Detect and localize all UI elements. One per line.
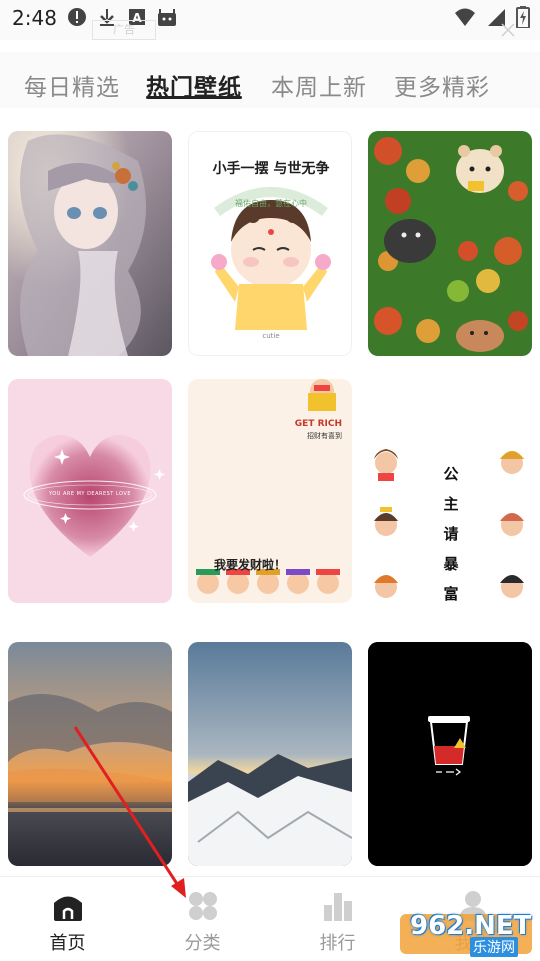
battery-charging-icon xyxy=(516,6,530,32)
ad-label: 广告 xyxy=(92,20,156,40)
wallpaper-card-rich[interactable]: GET RICH 招财有喜到 我要发财啦！ xyxy=(188,379,352,603)
wallpaper-image-hamster xyxy=(368,131,532,356)
wallpaper-card-sunset[interactable] xyxy=(8,642,172,866)
wallpaper-card-buddha[interactable]: 小手一摆 与世无争 福佑自由，慧在心中 cutie xyxy=(188,131,352,356)
wallpaper-rich-subtitle: 招财有喜到 xyxy=(307,432,342,440)
tab-weekly-new[interactable]: 本周上新 xyxy=(271,68,367,102)
tab-more[interactable]: 更多精彩 xyxy=(394,68,490,102)
home-icon xyxy=(53,896,82,921)
wallpaper-princess-text: 公 主 请 暴 富 xyxy=(443,465,459,603)
status-bar: 2:48 A 广告 xyxy=(0,0,540,40)
watermark-sub: 乐游网 xyxy=(470,937,518,957)
wallpaper-card-anime-girl[interactable] xyxy=(8,131,172,356)
wallpaper-image-anime-girl xyxy=(8,131,172,356)
wallpaper-card-heart[interactable]: YOU ARE MY DEAREST LOVE xyxy=(8,379,172,603)
wallpaper-image-sunset xyxy=(8,642,172,866)
tab-daily-picks[interactable]: 每日精选 xyxy=(24,68,120,102)
wallpaper-card-mountains[interactable] xyxy=(188,642,352,866)
wallpaper-image-coffee xyxy=(368,642,532,866)
wallpaper-card-hamster[interactable] xyxy=(368,131,532,356)
alert-icon xyxy=(66,6,88,28)
wallpaper-buddha-title: 小手一摆 与世无争 xyxy=(212,161,330,177)
nav-category[interactable]: 分类 xyxy=(135,877,270,961)
wallpaper-rich-bottom-text: 我要发财啦！ xyxy=(214,558,287,572)
wallpaper-buddha-arc-text: 福佑自由，慧在心中 xyxy=(235,199,307,208)
wallpaper-card-coffee[interactable] xyxy=(368,642,532,866)
wallpaper-buddha-small: cutie xyxy=(262,332,280,340)
wifi-icon xyxy=(454,7,476,31)
nav-home-label: 首页 xyxy=(49,933,86,954)
nav-category-label: 分类 xyxy=(184,933,221,954)
wallpaper-heart-text: YOU ARE MY DEAREST LOVE xyxy=(49,491,131,497)
ranking-icon xyxy=(323,893,352,921)
category-tabs: 每日精选 热门壁纸 本周上新 更多精彩 xyxy=(0,52,540,108)
android-icon xyxy=(156,6,178,28)
status-time: 2:48 xyxy=(12,6,57,30)
category-icon xyxy=(188,892,217,920)
wallpaper-card-princess[interactable]: 公 主 请 暴 富 xyxy=(368,379,532,603)
wallpaper-image-mountains xyxy=(188,642,352,866)
close-icon[interactable] xyxy=(500,22,516,38)
active-tab-indicator xyxy=(146,96,242,99)
nav-home[interactable]: 首页 xyxy=(0,877,135,961)
nav-ranking-label: 排行 xyxy=(319,933,356,954)
nav-ranking[interactable]: 排行 xyxy=(270,877,405,961)
wallpaper-rich-title: GET RICH xyxy=(294,419,342,429)
